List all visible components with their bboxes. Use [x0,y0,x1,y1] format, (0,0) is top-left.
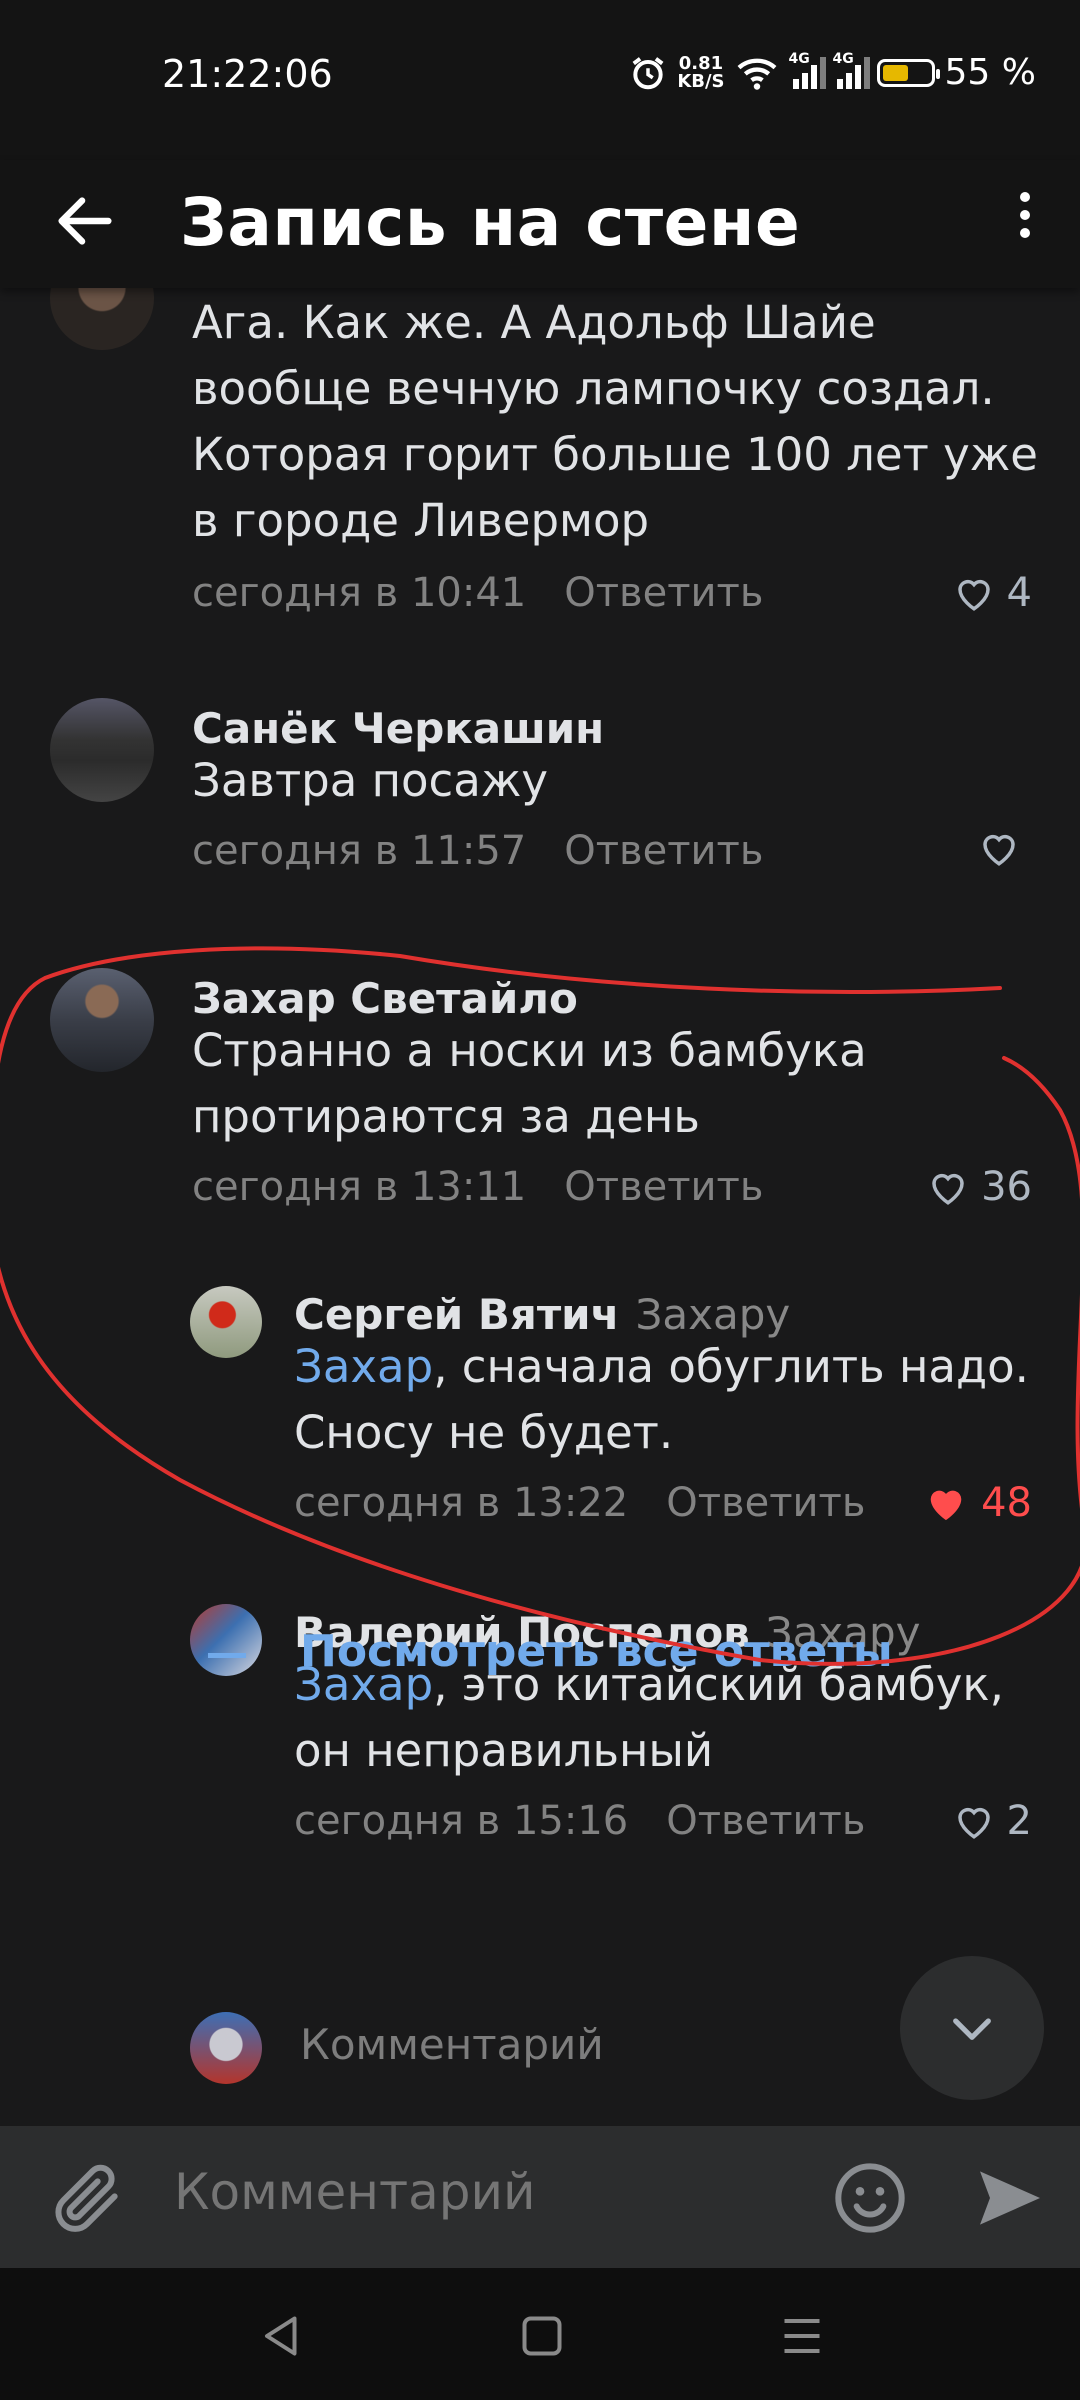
status-icons: 0.81 KB/S 4G 4G 55 % [629,51,1036,93]
alarm-icon [632,56,664,89]
avatar[interactable] [50,698,154,802]
reply-author-name[interactable]: Сергей Вятич [294,1290,619,1339]
chevron-down-icon [953,2018,991,2040]
reply-button[interactable]: Ответить [666,1480,865,1526]
status-time: 21:22:06 [162,52,333,96]
network-type-2: 4G [832,50,854,67]
network-speed: 0.81 KB/S [677,52,725,92]
inline-comment-placeholder[interactable]: Комментарий [300,2020,604,2069]
comment-input[interactable] [172,2162,776,2222]
reply-to-label[interactable]: Захару [635,1290,790,1339]
comment-time: сегодня в 13:11 [192,1164,527,1210]
comment-text: Странно а носки из бамбука протираются з… [192,1024,867,1143]
speed-unit: KB/S [677,70,725,92]
reply-text: Захар, сначала обуглить надо. Сносу не б… [294,1334,1054,1466]
reply-button[interactable]: Ответить [564,570,763,616]
heart-outline-icon [957,1807,990,1839]
like-button[interactable] [978,828,1032,868]
comments-feed[interactable]: Ага. Как же. А Адольф Шайе вообще вечную… [0,288,1080,2126]
comment-text: Ага. Как же. А Адольф Шайе вообще вечную… [192,296,1038,547]
reply-time: сегодня в 15:16 [294,1798,629,1844]
paperclip-icon[interactable] [48,2158,128,2238]
comment-author[interactable]: Санёк Черкашин [192,704,604,753]
menu-lines-icon[interactable] [772,2306,832,2366]
system-nav-bar [0,2268,1080,2400]
more-vertical-icon[interactable] [1010,184,1040,254]
comment-time: сегодня в 11:57 [192,828,527,874]
heart-outline-icon [932,1173,964,1205]
like-button[interactable]: 48 [923,1480,1032,1526]
heart-outline-icon [983,834,1015,866]
comment-meta: сегодня в 11:57 Ответить [192,828,763,874]
page-title: Запись на стене [180,184,801,261]
like-count: 4 [1006,570,1032,616]
network-type-1: 4G [788,50,810,67]
back-triangle-icon[interactable] [252,2306,312,2366]
scroll-down-button[interactable] [900,1956,1044,2100]
reply-author[interactable]: Сергей Вятич Захару [294,1290,790,1339]
heart-filled-icon [930,1490,962,1521]
avatar[interactable] [190,1286,262,1358]
signal-icon-2: 4G [833,51,870,89]
avatar[interactable] [190,1604,262,1676]
comment-composer [0,2126,1080,2268]
comment-text: Завтра посажу [192,754,549,807]
view-all-replies-link[interactable]: Посмотреть все ответы [300,1626,893,1677]
like-count: 36 [981,1164,1032,1210]
comment-meta: сегодня в 13:11 Ответить [192,1164,763,1210]
reply-meta: сегодня в 15:16 Ответить [294,1798,865,1844]
reply-button[interactable]: Ответить [564,1164,763,1210]
avatar[interactable] [50,288,154,350]
smile-icon[interactable] [830,2158,910,2238]
comment-author[interactable]: Захар Светайло [192,974,578,1023]
my-avatar [190,2012,262,2084]
home-square-icon[interactable] [512,2306,572,2366]
like-count: 2 [1006,1798,1032,1844]
arrow-left-icon[interactable] [50,186,120,256]
collapse-dash-icon[interactable] [208,1653,246,1658]
mention-link[interactable]: Захар [294,1340,433,1393]
signal-icon: 4G [789,51,826,89]
wifi-icon [737,58,776,90]
heart-outline-icon [957,579,990,611]
battery-icon [876,58,940,87]
reply-button[interactable]: Ответить [564,828,763,874]
send-icon[interactable] [970,2158,1050,2238]
app-bar: Запись на стене [0,160,1080,288]
avatar[interactable] [50,968,154,1072]
like-button[interactable]: 36 [927,1164,1032,1210]
reply-time: сегодня в 13:22 [294,1480,629,1526]
comment-time: сегодня в 10:41 [192,570,527,616]
reply-button[interactable]: Ответить [666,1798,865,1844]
status-bar: 21:22:06 0.81 KB/S 4G 4G 55 % [0,0,1080,160]
battery-percent: 55 % [944,52,1036,93]
like-button[interactable]: 4 [953,570,1032,616]
speed-value: 0.81 [678,52,724,74]
like-button[interactable]: 2 [953,1798,1032,1844]
reply-meta: сегодня в 13:22 Ответить [294,1480,865,1526]
like-count: 48 [981,1480,1032,1526]
comment-meta: сегодня в 10:41 Ответить [192,570,763,616]
